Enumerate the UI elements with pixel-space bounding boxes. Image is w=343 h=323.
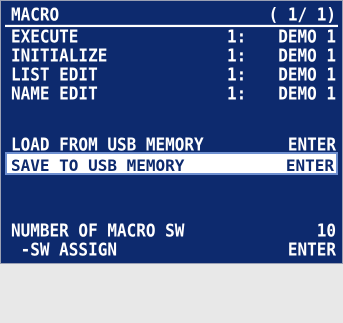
macro-number: 1: [227,83,247,104]
menu-item-label: INITIALIZE [11,45,108,66]
menu-item-execute[interactable]: EXECUTE 1: DEMO 1 [5,26,338,47]
macro-menu-screen: MACRO ( 1/ 1) EXECUTE 1: DEMO 1 INITIALI… [0,0,343,264]
menu-item-label: NUMBER OF MACRO SW [11,220,185,241]
macro-sw-count: 10 [316,220,336,241]
menu-title: MACRO [11,3,60,25]
menu-item-number-of-macro-sw[interactable]: NUMBER OF MACRO SW 10 [5,220,338,241]
menu-item-save-to-usb[interactable]: SAVE TO USB MEMORY ENTER [5,152,338,175]
macro-name-value: DEMO 1 [278,83,336,104]
macro-name-value: DEMO 1 [278,26,336,47]
macro-name-value: DEMO 1 [278,45,336,66]
menu-item-label: NAME EDIT [11,83,98,104]
menu-item-list-edit[interactable]: LIST EDIT 1: DEMO 1 [5,64,338,85]
menu-item-label: SAVE TO USB MEMORY [11,156,185,175]
menu-item-label: LIST EDIT [11,64,98,85]
menu-item-label: -SW ASSIGN [11,239,117,260]
menu-item-sw-assign[interactable]: -SW ASSIGN ENTER [5,239,338,260]
macro-number: 1: [227,45,247,66]
enter-value: ENTER [285,156,334,175]
macro-name-value: DEMO 1 [278,64,336,85]
macro-number: 1: [227,26,247,47]
menu-item-name-edit[interactable]: NAME EDIT 1: DEMO 1 [5,83,338,104]
enter-value: ENTER [287,239,336,260]
macro-number: 1: [227,64,247,85]
menu-item-label: EXECUTE [11,26,79,47]
menu-title-row: MACRO ( 1/ 1) [5,3,338,28]
menu-item-initialize[interactable]: INITIALIZE 1: DEMO 1 [5,45,338,66]
page-indicator: ( 1/ 1) [268,3,336,25]
